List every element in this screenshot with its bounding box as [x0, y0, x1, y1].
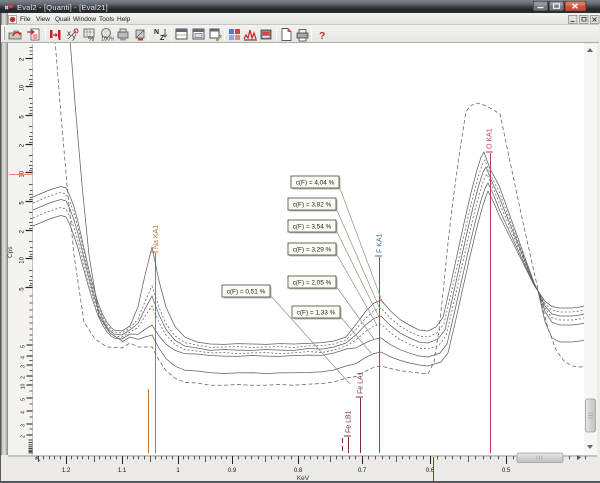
svg-text:c(F) = 1,33 %: c(F) = 1,33 % [297, 310, 336, 317]
svg-text:0.9: 0.9 [228, 468, 237, 474]
svg-text:3: 3 [21, 424, 27, 427]
svg-text:Fe LB1: Fe LB1 [346, 410, 353, 433]
svg-text:%: % [88, 36, 94, 42]
svg-text:2: 2 [20, 229, 26, 233]
svg-text:10: 10 [20, 84, 26, 91]
svg-text:10: 10 [20, 170, 26, 177]
svg-text:2: 2 [21, 376, 27, 379]
svg-text:1.2: 1.2 [62, 468, 71, 474]
svg-text:c(F) = 3,82 %: c(F) = 3,82 % [293, 202, 332, 209]
svg-text:1: 1 [176, 468, 180, 474]
svg-text:O KA1: O KA1 [487, 128, 494, 149]
svg-text:0.8: 0.8 [294, 468, 303, 474]
svg-text:3: 3 [21, 365, 27, 368]
svg-text:4: 4 [21, 411, 27, 414]
svg-text:?: ? [319, 30, 325, 42]
svg-text:5: 5 [21, 398, 27, 401]
svg-text:Fe LA1: Fe LA1 [358, 371, 365, 394]
svg-text:c(F) = 2,05 %: c(F) = 2,05 % [293, 280, 332, 287]
svg-text:Na KA1: Na KA1 [153, 225, 160, 249]
svg-text:0.5: 0.5 [502, 468, 511, 474]
svg-text:c(F) = 3,29 %: c(F) = 3,29 % [293, 247, 332, 254]
svg-text:c(F) = 4,04 %: c(F) = 4,04 % [296, 180, 335, 187]
svg-text:4: 4 [21, 356, 27, 359]
svg-text:2: 2 [21, 435, 27, 438]
svg-text:c(F) = 0,51 %: c(F) = 0,51 % [227, 289, 266, 296]
svg-text:0.7: 0.7 [358, 468, 367, 474]
svg-text:c(F) = 3,54 %: c(F) = 3,54 % [293, 224, 332, 231]
svg-text:2: 2 [20, 143, 26, 147]
svg-text:Cps: Cps [7, 246, 14, 258]
svg-text:2: 2 [20, 57, 26, 61]
svg-text:N: N [154, 29, 159, 36]
svg-text:10: 10 [20, 256, 26, 263]
svg-text:5: 5 [20, 201, 26, 205]
svg-text:100%: 100% [101, 36, 114, 42]
svg-text:1.1: 1.1 [118, 468, 127, 474]
svg-text:F KA1: F KA1 [377, 233, 384, 253]
svg-text:5: 5 [20, 287, 26, 291]
svg-text:5: 5 [21, 345, 27, 348]
svg-text:5: 5 [20, 115, 26, 119]
svg-text:10: 10 [21, 384, 27, 390]
